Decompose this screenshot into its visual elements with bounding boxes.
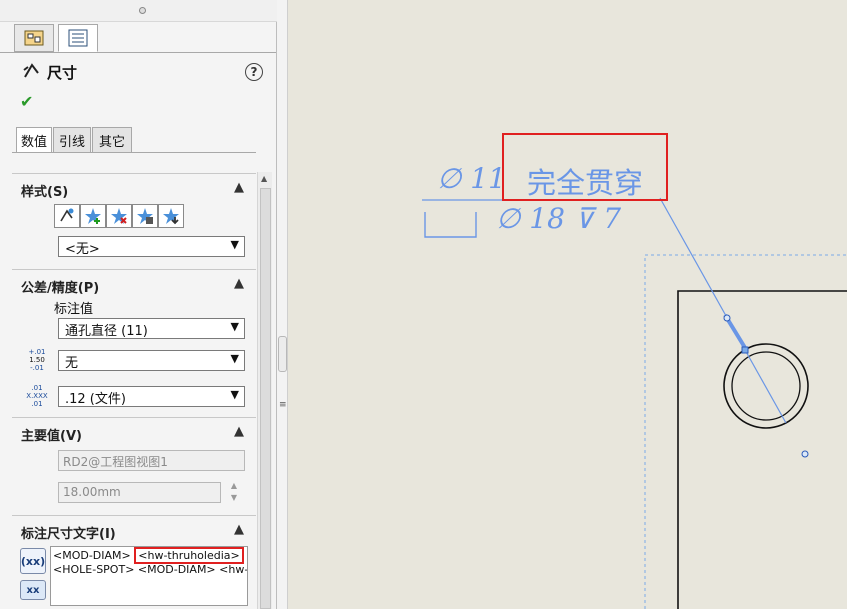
dimension-name-field: RD2@工程图视图1 [58,450,245,471]
precision-icon-lower: .01 [31,400,43,408]
help-icon[interactable]: ? [245,63,263,81]
splitter-grip-icon[interactable]: ≡ [279,400,287,410]
title-row: 尺寸 ? [0,52,276,90]
callout-value-label: 标注值 [54,302,94,317]
precision-icon: .01 X.XXX .01 [20,384,54,410]
leader-handle[interactable] [723,314,731,322]
property-manager-icon [68,29,88,47]
text-thruhole-dia: <hw-thruholedia> [134,547,244,564]
tolerance-type-selected: 无 [65,356,79,371]
collapse-text-icon[interactable]: ▲ [234,522,244,537]
callout-counterbore[interactable]: ∅ 18 ⊽ 7 [496,202,621,235]
tab-content: 样式(S) ▲ <无> ▼ 公差/精度(P) ▲ 标注值 通孔直径 (11) ▼… [12,152,256,609]
leader-attach-point[interactable] [741,346,749,354]
callout-value-dropdown[interactable]: 通孔直径 (11) ▼ [58,318,245,339]
chevron-down-icon: ▼ [230,320,239,333]
part-outline [677,290,847,609]
drawing-svg [422,197,847,609]
dimension-text-title: 标注尺寸文字(I) [21,527,116,542]
tolerance-type-dropdown[interactable]: 无 ▼ [58,350,245,371]
panel-splitter[interactable]: ≡ [277,0,288,609]
scroll-up-icon[interactable]: ▲ [261,174,267,183]
leader-line[interactable] [659,197,787,424]
callout-diameter-thru[interactable]: ∅ 11 [437,162,506,195]
chevron-down-icon: ▼ [230,388,239,401]
primary-value-group: 主要值(V) ▲ RD2@工程图视图1 18.00mm ▲ ▼ [12,417,256,513]
style-group: 样式(S) ▲ <无> ▼ [12,173,256,267]
ok-check-icon[interactable]: ✔ [20,92,33,111]
precision-selected: .12 (文件) [65,392,126,407]
counterbore-symbol-icon [424,212,477,238]
view-boundary [644,254,847,609]
save-style-icon[interactable] [132,204,158,228]
panel-topbar [0,0,277,22]
dimension-value-field: 18.00mm [58,482,221,503]
splitter-top-grip [280,6,284,10]
text-line-2: <HOLE-SPOT> <MOD-DIAM> <hw- [53,563,248,576]
precision-icon-format: X.XXX [26,392,48,400]
text-mod-diam: <MOD-DIAM> [53,549,131,562]
tolerance-group-title: 公差/精度(P) [21,281,100,296]
tolerance-icon: +.01 1.50 -.01 [22,348,52,374]
callout-value-selected: 通孔直径 (11) [65,324,148,339]
panel-scrollbar[interactable]: ▲ [257,172,272,609]
add-style-icon[interactable] [80,204,106,228]
smart-dimension-icon [23,63,39,78]
style-dropdown-value: <无> [65,242,100,257]
dimension-text-group: 标注尺寸文字(I) ▲ (xx) xx <MOD-DIAM> <hw-thruh… [12,515,256,609]
grip-dot-icon[interactable] [139,7,146,14]
tab-leaders[interactable]: 引线 [53,127,91,153]
style-dropdown[interactable]: <无> ▼ [58,236,245,257]
center-text-icon[interactable]: xx [20,580,46,600]
hole-circle[interactable] [731,351,801,421]
tolerance-icon-lower: -.01 [30,364,44,372]
precision-dropdown[interactable]: .12 (文件) ▼ [58,386,245,407]
justify-text-icon[interactable]: (xx) [20,548,46,574]
delete-style-icon[interactable] [106,204,132,228]
tolerance-group: 公差/精度(P) ▲ 标注值 通孔直径 (11) ▼ +.01 1.50 -.0… [12,269,256,415]
collapse-primary-icon[interactable]: ▲ [234,424,244,439]
value-spinner[interactable]: ▲ ▼ [225,480,243,505]
highlight-box [502,133,668,201]
tab-property-manager[interactable] [58,24,98,52]
collapse-panel-handle[interactable] [278,336,287,372]
drag-point[interactable] [801,450,809,458]
counterbore-circle[interactable] [723,343,809,429]
property-manager: 尺寸 ? ✔ 数值 引线 其它 样式(S) ▲ <无> ▼ 公差/精度(P) ▲… [0,0,277,609]
style-group-title: 样式(S) [21,185,69,200]
tab-value[interactable]: 数值 [16,127,52,153]
tolerance-icon-nominal: 1.50 [29,356,45,364]
precision-icon-upper: .01 [31,384,43,392]
load-style-icon[interactable] [158,204,184,228]
app-window: 尺寸 ? ✔ 数值 引线 其它 样式(S) ▲ <无> ▼ 公差/精度(P) ▲… [0,0,847,609]
collapse-tolerance-icon[interactable]: ▲ [234,276,244,291]
page-title: 尺寸 [47,64,78,82]
dimension-text-box[interactable]: <MOD-DIAM> <hw-thruholedia> <HOLE-SPOT> … [50,546,248,606]
tab-feature-manager[interactable] [14,24,54,52]
tab-other[interactable]: 其它 [92,127,132,153]
feature-manager-icon [24,30,44,46]
apply-defaults-icon[interactable] [54,204,80,228]
scrollbar-thumb[interactable] [260,188,271,609]
tolerance-icon-upper: +.01 [28,348,46,356]
primary-value-title: 主要值(V) [21,429,82,444]
chevron-down-icon: ▼ [230,238,239,251]
collapse-style-icon[interactable]: ▲ [234,180,244,195]
style-toolbar [54,204,184,228]
drawing-canvas[interactable]: ∅ 11 完全贯穿 ∅ 18 ⊽ 7 [289,0,847,609]
chevron-down-icon: ▼ [230,352,239,365]
